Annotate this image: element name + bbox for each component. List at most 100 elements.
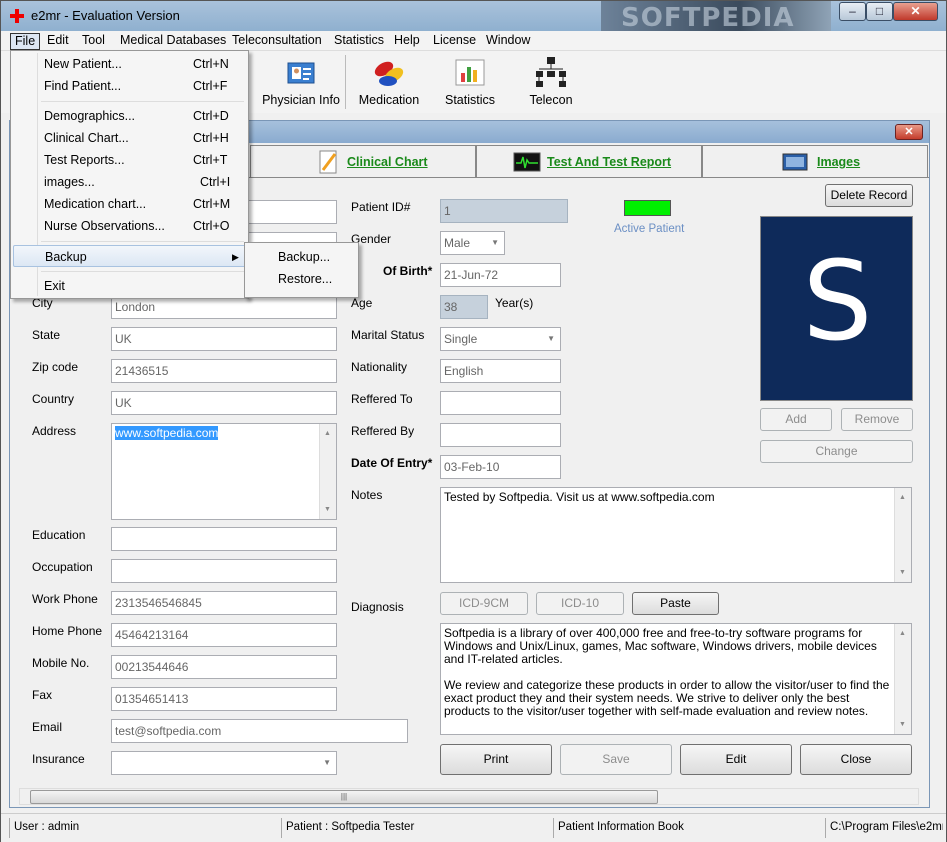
nationality-field[interactable]: English xyxy=(440,359,561,383)
print-button[interactable]: Print xyxy=(440,744,552,775)
state-label: State xyxy=(32,328,61,342)
patient-photo: S xyxy=(760,216,913,401)
referred-by-field[interactable] xyxy=(440,423,561,447)
occupation-field[interactable] xyxy=(111,559,337,583)
icd9-button[interactable]: ICD-9CM xyxy=(440,592,528,615)
diagnosis-text-1: Softpedia is a library of over 400,000 f… xyxy=(444,626,877,666)
menu-statistics[interactable]: Statistics xyxy=(330,33,388,50)
menu-item-clinical-chart[interactable]: Clinical Chart... Ctrl+H xyxy=(13,127,246,149)
maximize-button[interactable]: □ xyxy=(866,2,893,21)
menu-teleconsultation[interactable]: Teleconsultation xyxy=(228,33,326,50)
menu-item-find-patient[interactable]: Find Patient... Ctrl+F xyxy=(13,75,246,97)
menu-item-shortcut: Ctrl+N xyxy=(193,57,229,71)
dob-field[interactable]: 21-Jun-72 xyxy=(440,263,561,287)
delete-record-button[interactable]: Delete Record xyxy=(825,184,913,207)
date-entry-field[interactable]: 03-Feb-10 xyxy=(440,455,561,479)
gender-select[interactable]: Male xyxy=(440,231,505,255)
status-user: User : admin xyxy=(9,818,281,838)
edit-button[interactable]: Edit xyxy=(680,744,792,775)
physician-info-icon xyxy=(287,62,315,84)
marital-label: Marital Status xyxy=(351,328,425,342)
submenu-item-restore[interactable]: Restore... xyxy=(247,268,356,290)
menu-separator xyxy=(41,271,244,272)
image-icon xyxy=(782,153,808,171)
address-textarea[interactable]: www.softpedia.com xyxy=(111,423,337,520)
menu-window[interactable]: Window xyxy=(482,33,534,50)
country-field[interactable]: UK xyxy=(111,391,337,415)
paste-button[interactable]: Paste xyxy=(632,592,719,615)
menu-item-images[interactable]: images... Ctrl+I xyxy=(13,171,246,193)
child-close-button[interactable]: ✕ xyxy=(895,124,923,140)
address-label: Address xyxy=(32,424,77,438)
tab-images[interactable]: Images xyxy=(702,145,928,177)
menu-item-medication-chart[interactable]: Medication chart... Ctrl+M xyxy=(13,193,246,215)
menu-item-nurse-observations[interactable]: Nurse Observations... Ctrl+O xyxy=(13,215,246,237)
title-bar: SOFTPEDIA e2mr - Evaluation Version – □ … xyxy=(1,1,946,33)
age-field: 38 xyxy=(440,295,488,319)
telecon-label: Telecon xyxy=(529,93,573,107)
email-field[interactable]: test@softpedia.com xyxy=(111,719,408,743)
marital-select[interactable]: Single xyxy=(440,327,561,351)
age-label: Age xyxy=(351,296,373,310)
tab-test-report[interactable]: Test And Test Report xyxy=(476,145,702,177)
tab-clinical-chart[interactable]: Clinical Chart xyxy=(250,145,476,177)
toolbar-separator xyxy=(345,55,346,109)
menu-item-test-reports[interactable]: Test Reports... Ctrl+T xyxy=(13,149,246,171)
state-field[interactable]: UK xyxy=(111,327,337,351)
submenu-item-backup[interactable]: Backup... xyxy=(247,246,356,268)
work-phone-field[interactable]: 2313546546845 xyxy=(111,591,337,615)
menu-item-label: images... xyxy=(44,175,95,189)
menu-tool[interactable]: Tool xyxy=(78,33,109,50)
menu-license[interactable]: License xyxy=(429,33,480,50)
horizontal-scrollbar[interactable]: ||| xyxy=(19,788,919,805)
menu-item-demographics[interactable]: Demographics... Ctrl+D xyxy=(13,105,246,127)
menu-item-new-patient[interactable]: New Patient... Ctrl+N xyxy=(13,53,246,75)
add-photo-button[interactable]: Add xyxy=(760,408,832,431)
zip-field[interactable]: 21436515 xyxy=(111,359,337,383)
menu-item-label: Exit xyxy=(44,279,65,293)
scrollbar-thumb[interactable]: ||| xyxy=(30,790,658,804)
menu-separator xyxy=(41,101,244,102)
fax-label: Fax xyxy=(32,688,53,702)
statistics-button[interactable]: Statistics xyxy=(437,55,503,111)
save-button[interactable]: Save xyxy=(560,744,672,775)
menu-separator xyxy=(41,241,244,242)
menu-item-exit[interactable]: Exit xyxy=(13,275,246,297)
menu-edit[interactable]: Edit xyxy=(43,33,73,50)
notes-scrollbar[interactable] xyxy=(894,488,911,582)
physician-info-button[interactable]: Physician Info xyxy=(259,55,343,111)
menu-help[interactable]: Help xyxy=(390,33,424,50)
menu-medical-databases[interactable]: Medical Databases xyxy=(116,33,230,50)
pencil-icon xyxy=(319,150,337,174)
icd10-button[interactable]: ICD-10 xyxy=(536,592,624,615)
notes-textarea[interactable]: Tested by Softpedia. Visit us at www.sof… xyxy=(440,487,912,583)
insurance-select[interactable] xyxy=(111,751,337,775)
medication-button[interactable]: Medication xyxy=(353,55,425,111)
diagnosis-scrollbar[interactable] xyxy=(894,624,911,734)
main-window: SOFTPEDIA e2mr - Evaluation Version – □ … xyxy=(0,0,947,842)
photo-glyph: S xyxy=(802,237,873,365)
change-photo-button[interactable]: Change xyxy=(760,440,913,463)
education-field[interactable] xyxy=(111,527,337,551)
notes-label: Notes xyxy=(351,488,383,502)
address-scrollbar[interactable] xyxy=(319,424,336,519)
nationality-label: Nationality xyxy=(351,360,408,374)
minimize-button[interactable]: – xyxy=(839,2,866,21)
menu-file[interactable]: File xyxy=(10,33,41,50)
patient-id-label: Patient ID# xyxy=(351,200,411,214)
close-window-button[interactable]: ✕ xyxy=(893,2,938,21)
remove-photo-button[interactable]: Remove xyxy=(841,408,913,431)
close-button[interactable]: Close xyxy=(800,744,912,775)
fax-field[interactable]: 01354651413 xyxy=(111,687,337,711)
home-phone-field[interactable]: 45464213164 xyxy=(111,623,337,647)
telecon-button[interactable]: Telecon xyxy=(517,55,585,111)
diagnosis-label: Diagnosis xyxy=(351,600,404,614)
diagnosis-textarea[interactable]: Softpedia is a library of over 400,000 f… xyxy=(440,623,912,735)
submenu-arrow-icon: ▶ xyxy=(232,252,239,262)
referred-to-field[interactable] xyxy=(440,391,561,415)
status-book: Patient Information Book xyxy=(553,818,825,838)
tab-images-label: Images xyxy=(817,155,861,169)
mobile-field[interactable]: 00213544646 xyxy=(111,655,337,679)
watermark: SOFTPEDIA xyxy=(601,1,831,33)
menu-item-backup[interactable]: Backup ▶ xyxy=(13,245,246,267)
